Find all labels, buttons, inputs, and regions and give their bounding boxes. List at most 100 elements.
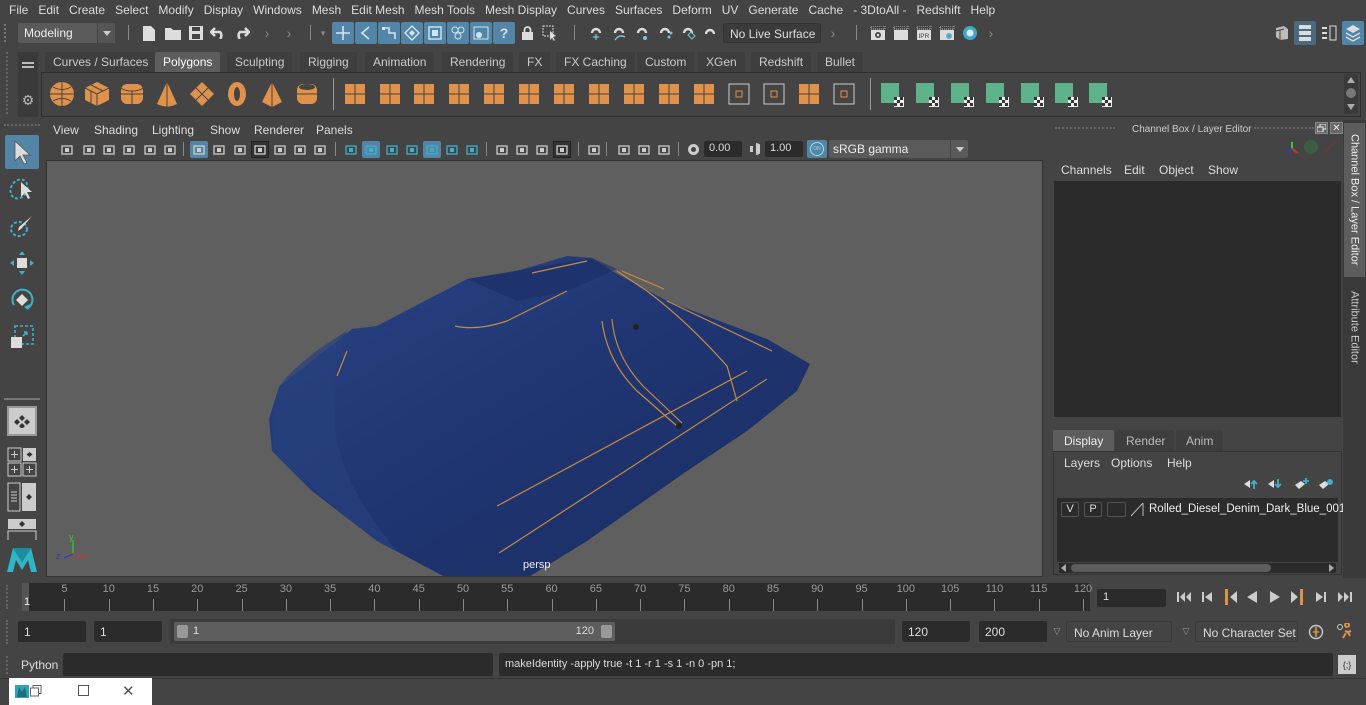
unfold-icon[interactable] bbox=[1087, 80, 1115, 108]
tab-render[interactable]: Render bbox=[1115, 430, 1174, 451]
play-backwards-icon[interactable] bbox=[1243, 588, 1261, 606]
layer-name[interactable]: Rolled_Diesel_Denim_Dark_Blue_001_ bbox=[1149, 503, 1352, 515]
move-layer-down-icon[interactable] bbox=[1267, 477, 1283, 491]
bevel-edge-icon[interactable] bbox=[795, 80, 823, 108]
select-cursor-icon[interactable] bbox=[540, 23, 560, 43]
menu-help[interactable]: Help bbox=[966, 3, 1001, 17]
shelf-drag-handle[interactable] bbox=[6, 52, 8, 114]
make-live-icon[interactable] bbox=[701, 23, 719, 43]
range-start-handle[interactable] bbox=[177, 625, 188, 638]
lasso-tool[interactable] bbox=[5, 172, 39, 206]
grid-icon[interactable] bbox=[190, 141, 208, 158]
exposure-field[interactable]: 0.00 bbox=[704, 141, 742, 157]
safe-action-icon[interactable] bbox=[291, 141, 309, 158]
layer-row[interactable]: V P Rolled_Diesel_Denim_Dark_Blue_001_ bbox=[1057, 500, 1352, 520]
single-perspective-layout-icon[interactable] bbox=[7, 406, 37, 436]
playback-start-field[interactable]: 1 bbox=[94, 621, 162, 642]
modeling-toolkit-icon[interactable] bbox=[1270, 23, 1292, 43]
tab-sculpting[interactable]: Sculpting bbox=[227, 52, 293, 72]
menu-uv[interactable]: UV bbox=[717, 3, 744, 17]
menu-mesh-tools[interactable]: Mesh Tools bbox=[410, 3, 480, 17]
textured-icon[interactable] bbox=[423, 141, 441, 158]
viewport-menu-show[interactable]: Show bbox=[210, 123, 240, 137]
time-ruler[interactable]: 1 5 10 15 20 25 30 35 40 45 50 55 60 65 70 75 80 85 90 95 1… bbox=[22, 583, 1092, 611]
viewport-menu-lighting[interactable]: Lighting bbox=[152, 123, 194, 137]
poly-pipe-icon[interactable] bbox=[293, 80, 321, 108]
menu-select[interactable]: Select bbox=[110, 3, 153, 17]
poly-cube-icon[interactable] bbox=[83, 80, 111, 108]
go-to-start-icon[interactable] bbox=[1174, 588, 1194, 606]
edit-menu[interactable]: Edit bbox=[1124, 163, 1145, 177]
move-layer-up-icon[interactable] bbox=[1243, 477, 1259, 491]
layer-visibility-toggle[interactable]: V bbox=[1061, 502, 1079, 517]
object-menu[interactable]: Object bbox=[1159, 163, 1194, 177]
field-chart-icon[interactable] bbox=[271, 141, 289, 158]
maximize-icon[interactable] bbox=[78, 685, 89, 696]
animation-preferences-icon[interactable] bbox=[1334, 622, 1356, 642]
poly-plane-icon[interactable] bbox=[188, 80, 216, 108]
camera-attributes-icon[interactable] bbox=[80, 141, 98, 158]
bevel-icon[interactable] bbox=[655, 80, 683, 108]
collapse-arrow-icon[interactable]: › bbox=[262, 23, 272, 43]
motion-blur-icon[interactable] bbox=[513, 141, 531, 158]
range-slider[interactable]: 1 120 bbox=[174, 622, 615, 641]
scroll-right-icon[interactable] bbox=[1329, 564, 1334, 572]
menu-cache[interactable]: Cache bbox=[803, 3, 848, 17]
tab-fx[interactable]: FX bbox=[519, 52, 551, 72]
smooth-icon[interactable] bbox=[445, 80, 473, 108]
depth-of-field-icon[interactable] bbox=[553, 141, 571, 158]
extract-icon[interactable] bbox=[480, 80, 508, 108]
isolate-select-icon[interactable] bbox=[585, 141, 603, 158]
scale-tool[interactable] bbox=[5, 320, 39, 354]
color-management-toggle[interactable]: ON bbox=[807, 140, 827, 158]
menu-mesh-display[interactable]: Mesh Display bbox=[480, 3, 562, 17]
tab-fx-caching[interactable]: FX Caching bbox=[556, 52, 635, 72]
layer-playback-toggle[interactable]: P bbox=[1084, 502, 1102, 517]
animation-end-field[interactable]: 200 bbox=[979, 621, 1047, 642]
slash-icon[interactable] bbox=[1323, 140, 1337, 154]
insert-loop-icon[interactable] bbox=[760, 80, 788, 108]
lock-icon[interactable] bbox=[519, 23, 535, 43]
playback-end-field[interactable]: 120 bbox=[902, 621, 970, 642]
menu-file[interactable]: File bbox=[4, 3, 33, 17]
planar-map-icon[interactable] bbox=[879, 80, 907, 108]
restore-icon[interactable] bbox=[30, 685, 42, 697]
tab-custom[interactable]: Custom bbox=[637, 52, 695, 72]
scroll-thumb[interactable] bbox=[1346, 88, 1356, 98]
color-space-dropdown[interactable]: sRGB gamma bbox=[829, 140, 968, 158]
extrude-icon[interactable] bbox=[585, 80, 613, 108]
select-by-component-icon[interactable] bbox=[378, 22, 400, 44]
menu-display[interactable]: Display bbox=[199, 3, 248, 17]
manipulator-axis-icon[interactable] bbox=[1283, 139, 1301, 157]
safe-title-icon[interactable] bbox=[311, 141, 329, 158]
combine-icon[interactable] bbox=[341, 80, 369, 108]
close-icon[interactable]: ✕ bbox=[122, 682, 135, 700]
speed-icon[interactable] bbox=[1304, 140, 1318, 154]
save-scene-icon[interactable] bbox=[187, 23, 205, 43]
command-input[interactable] bbox=[63, 653, 493, 676]
layer-color-swatch[interactable] bbox=[1130, 501, 1144, 517]
use-all-lights-icon[interactable] bbox=[443, 141, 461, 158]
bridge-icon[interactable] bbox=[620, 80, 648, 108]
film-gate-icon[interactable] bbox=[210, 141, 228, 158]
channel-list[interactable] bbox=[1054, 181, 1341, 417]
new-layer-icon[interactable] bbox=[1294, 477, 1310, 491]
edge-loop-icon[interactable] bbox=[725, 80, 753, 108]
mirror-icon[interactable] bbox=[410, 80, 438, 108]
viewport-menu-shading[interactable]: Shading bbox=[94, 123, 138, 137]
anim-layer-dropdown-icon[interactable]: ▽ bbox=[1051, 624, 1063, 638]
persp-graph-layout-icon[interactable] bbox=[7, 518, 37, 540]
layers-menu[interactable]: Layers bbox=[1064, 456, 1100, 470]
drag-handle[interactable] bbox=[6, 585, 8, 609]
drag-handle[interactable] bbox=[6, 620, 8, 644]
menu-deform[interactable]: Deform bbox=[667, 3, 716, 17]
uv-editor-icon[interactable] bbox=[1053, 80, 1081, 108]
scroll-thumb[interactable] bbox=[1071, 564, 1271, 572]
poly-cone-icon[interactable] bbox=[153, 80, 181, 108]
collapse-arrow-icon[interactable]: › bbox=[284, 23, 294, 43]
menu-curves[interactable]: Curves bbox=[562, 3, 610, 17]
viewport-menu-renderer[interactable]: Renderer bbox=[254, 123, 304, 137]
smooth-shade-icon[interactable] bbox=[362, 141, 380, 158]
tab-display[interactable]: Display bbox=[1053, 430, 1114, 451]
show-menu[interactable]: Show bbox=[1208, 163, 1238, 177]
